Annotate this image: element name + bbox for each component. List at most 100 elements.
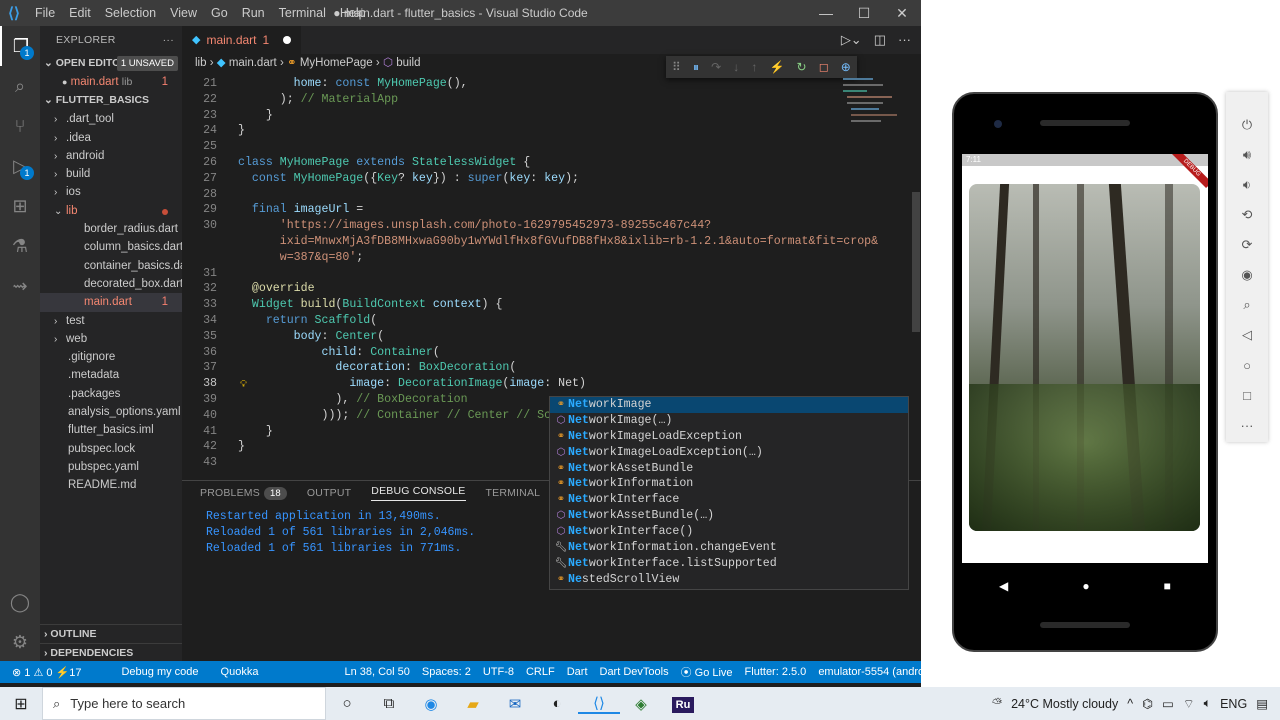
code-line[interactable]: 34 return Scaffold( — [182, 313, 377, 329]
file-tree-item[interactable]: pubspec.lock — [40, 440, 182, 458]
split-editor-icon[interactable]: ◫ — [874, 26, 886, 54]
code-line[interactable]: 24} — [182, 123, 245, 139]
file-tree-item[interactable]: decorated_box.dart — [40, 275, 182, 293]
editor-scrollbar[interactable] — [910, 72, 921, 492]
overview-nav-icon[interactable]: ■ — [1164, 579, 1171, 593]
suggestion-item[interactable]: ⬡ NetworkImageLoadException(…) — [550, 445, 908, 461]
code-line[interactable]: 27 const MyHomePage({Key? key}) : super(… — [182, 171, 579, 187]
suggestion-item[interactable]: ⬡ NetworkAssetBundle(…) — [550, 508, 908, 524]
dependencies-section[interactable]: › DEPENDENCIES — [40, 643, 182, 662]
indentation-status[interactable]: Spaces: 2 — [416, 666, 477, 678]
live-share-icon[interactable]: ⇝ — [0, 266, 40, 306]
windows-start-icon[interactable]: ⊞ — [0, 694, 42, 714]
code-line[interactable]: 42} — [182, 439, 245, 455]
code-line[interactable]: 39 ), // BoxDecoration — [182, 392, 468, 408]
edge-icon[interactable]: ◉ — [410, 695, 452, 713]
code-line[interactable]: 38 image: DecorationImage(image: Net) 💡︎ — [182, 376, 586, 392]
suggestion-item[interactable]: ⬡ NetworkInterface() — [550, 524, 908, 540]
more-icon[interactable]: ··· — [1226, 410, 1268, 440]
menu-item-selection[interactable]: Selection — [98, 0, 163, 26]
code-line[interactable]: 40 ))); // Container // Center // Scaff — [182, 408, 572, 424]
file-tree-item[interactable]: container_basics.dart — [40, 257, 182, 275]
android-studio-icon[interactable]: ◈ — [620, 695, 662, 713]
source-control-icon[interactable]: ⑂ — [0, 106, 40, 146]
code-line[interactable]: 37 decoration: BoxDecoration( — [182, 360, 516, 376]
breadcrumb-class[interactable]: MyHomePage — [300, 57, 373, 69]
weather-icon[interactable]: ⛅︎ — [992, 696, 1002, 711]
file-tree-item[interactable]: › .idea — [40, 129, 182, 147]
power-icon[interactable]: ⏻ — [1226, 110, 1268, 140]
code-line[interactable]: 41 } — [182, 424, 273, 440]
zoom-icon[interactable]: ⌕ — [1226, 290, 1268, 320]
code-line[interactable]: 25 — [182, 139, 238, 155]
outline-section[interactable]: › OUTLINE — [40, 624, 182, 643]
file-tree-item[interactable]: pubspec.yaml — [40, 458, 182, 476]
hot-reload-icon[interactable]: ⚡ — [769, 60, 784, 74]
unsaved-dot-icon[interactable] — [283, 36, 292, 44]
extensions-icon[interactable]: ⊞ — [0, 186, 40, 226]
back-nav-icon[interactable]: ◀ — [999, 579, 1008, 593]
maximize-button[interactable]: ☐ — [845, 0, 883, 26]
suggestion-item[interactable]: 🔧︎NetworkInterface.listSupported — [550, 556, 908, 572]
file-tree-item[interactable]: .gitignore — [40, 348, 182, 366]
suggestion-item[interactable]: ⚭ NetworkImage — [550, 397, 908, 413]
show-hidden-icons[interactable]: ^ — [1127, 697, 1133, 711]
rotate-right-icon[interactable]: ⟳ — [1226, 230, 1268, 260]
code-line[interactable]: 31 — [182, 266, 238, 282]
battery-icon[interactable]: ▭ — [1162, 696, 1174, 711]
volume-icon[interactable]: 🔈︎ — [1204, 696, 1212, 711]
cursor-position[interactable]: Ln 38, Col 50 — [338, 666, 415, 678]
restart-icon[interactable]: ↻ — [797, 60, 807, 74]
minimize-button[interactable]: — — [807, 0, 845, 26]
menu-item-help[interactable]: Help — [333, 0, 373, 26]
step-out-icon[interactable]: ↑ — [751, 60, 757, 74]
explorer-icon[interactable]: ❐ 1 — [0, 26, 40, 66]
file-tree-item[interactable]: .packages — [40, 385, 182, 403]
mail-icon[interactable]: ✉ — [494, 695, 536, 713]
tab-terminal[interactable]: TERMINAL — [486, 487, 541, 499]
code-line[interactable]: 21 home: const MyHomePage(), — [182, 76, 468, 92]
suggestion-item[interactable]: ⚭ NestedScrollView — [550, 572, 908, 588]
tab-output[interactable]: OUTPUT — [307, 487, 351, 499]
code-line[interactable]: 29 final imageUrl = — [182, 202, 363, 218]
home-nav-icon[interactable]: ● — [1082, 579, 1089, 593]
tab-problems[interactable]: PROBLEMS 18 — [200, 487, 287, 500]
menu-item-view[interactable]: View — [163, 0, 204, 26]
file-tree-item[interactable]: › web — [40, 330, 182, 348]
testing-icon[interactable]: ⚗ — [0, 226, 40, 266]
app-icon[interactable]: ◐ — [536, 695, 578, 712]
menu-item-run[interactable]: Run — [235, 0, 272, 26]
settings-gear-icon[interactable]: ⚙ — [0, 622, 40, 662]
breadcrumb-method[interactable]: build — [396, 57, 420, 69]
camera-icon[interactable]: ◉ — [1226, 260, 1268, 290]
file-tree-item[interactable]: README.md — [40, 476, 182, 494]
minimap[interactable] — [839, 72, 909, 132]
dart-devtools-button[interactable]: Dart DevTools — [594, 666, 675, 678]
code-line[interactable]: 35 body: Center( — [182, 329, 384, 345]
close-button[interactable]: ✕ — [883, 0, 921, 26]
run-debug-icon[interactable]: ▷ 1 — [0, 146, 40, 186]
code-line[interactable]: 28 — [182, 187, 238, 203]
file-tree-item[interactable]: column_basics.dart — [40, 238, 182, 256]
step-into-icon[interactable]: ↓ — [733, 60, 739, 74]
more-actions-icon[interactable]: ··· — [898, 26, 911, 54]
volume-down-icon[interactable]: 🔉︎ — [1226, 170, 1268, 200]
breadcrumb-file[interactable]: main.dart — [229, 57, 277, 69]
stop-icon[interactable]: ◻ — [819, 60, 829, 74]
wifi-icon[interactable]: ⌔ — [1183, 696, 1195, 712]
weather-text[interactable]: 24°C Mostly cloudy — [1011, 697, 1118, 711]
breadcrumb-lib[interactable]: lib — [195, 57, 207, 69]
task-view-icon[interactable]: ⧉ — [368, 695, 410, 712]
code-line[interactable]: 26 class MyHomePage extends StatelessWidg… — [182, 155, 530, 171]
code-line[interactable]: 36 child: Container( — [182, 345, 440, 361]
problems-status[interactable]: ⊗ 1 ⚠ 0 ⚡17 — [0, 666, 87, 679]
rotate-left-icon[interactable]: ⟲ — [1226, 200, 1268, 230]
volume-up-icon[interactable]: 🔊︎ — [1226, 140, 1268, 170]
suggestion-item[interactable]: ⚭ NetworkInformation — [550, 476, 908, 492]
file-tree-item[interactable]: › .dart_tool — [40, 110, 182, 128]
back-icon[interactable]: ◁ — [1226, 320, 1268, 350]
language-indicator[interactable]: ENG — [1220, 697, 1247, 711]
menu-item-file[interactable]: File — [28, 0, 62, 26]
file-tree-item[interactable]: main.dart 1 — [40, 293, 182, 312]
menu-item-go[interactable]: Go — [204, 0, 235, 26]
